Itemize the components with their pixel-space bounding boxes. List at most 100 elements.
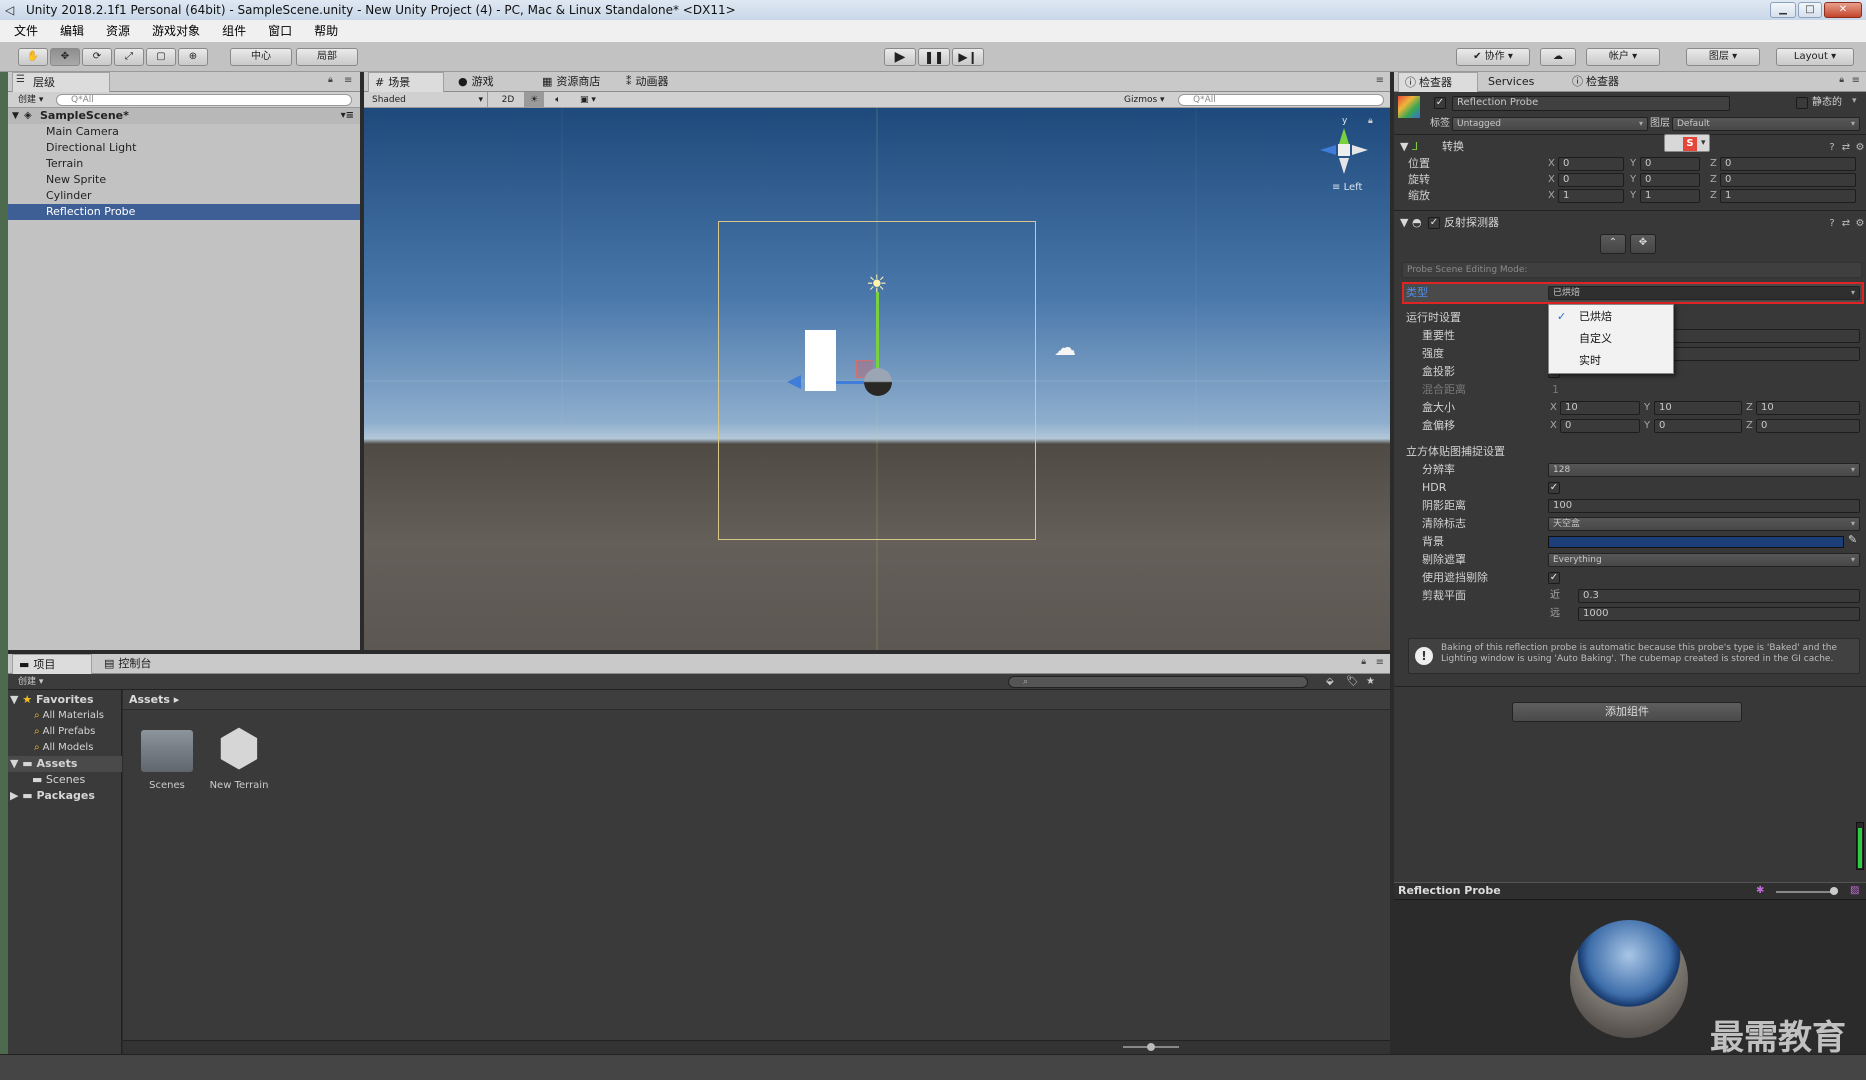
transform-x-field[interactable]: 1 [1558,189,1624,203]
static-dropdown-arrow-icon[interactable]: ▾ [1852,96,1857,106]
menu-item-2[interactable]: 资源 [92,20,138,42]
hierarchy-create-button[interactable]: 创建 ▾ [18,92,43,108]
account-dropdown[interactable]: 帐户 ▾ [1586,48,1660,66]
transform-x-field[interactable]: 0 [1558,157,1624,171]
move-tool-icon[interactable]: ✥ [50,48,80,66]
move-x-arrow-icon[interactable] [787,375,801,389]
culling-mask-dropdown[interactable]: Everything [1548,553,1860,567]
menu-item-4[interactable]: 组件 [208,20,254,42]
inspector-menu-icon[interactable]: ≡ [1852,75,1860,86]
probe-enabled-checkbox[interactable]: ✓ [1428,217,1440,229]
transform-help-icon[interactable]: ? [1826,142,1838,154]
transform-y-field[interactable]: 1 [1640,189,1700,203]
hierarchy-item[interactable]: Cylinder [8,188,360,204]
hierarchy-item[interactable]: Reflection Probe [8,204,360,220]
tab-inspector-0[interactable]: ⓘ 检查器 [1398,72,1478,92]
layout-dropdown[interactable]: Layout ▾ [1776,48,1854,66]
rotate-tool-icon[interactable]: ⟳ [82,48,112,66]
hierarchy-item[interactable]: Directional Light [8,140,360,156]
assets-folder-row[interactable]: ▼ ▬ Assets [8,756,122,772]
add-component-button[interactable]: 添加组件 [1512,702,1742,722]
expand-arrow-icon[interactable]: ▼ [12,108,19,124]
close-button[interactable]: ✕ [1824,2,1862,18]
project-create-button[interactable]: 创建 ▾ [18,674,43,690]
tab-scene-2[interactable]: ▦ 资源商店 [536,72,616,92]
box-offset-y-field[interactable]: 0 [1654,419,1742,433]
packages-folder-row[interactable]: ▶ ▬ Packages [10,788,95,804]
box-offset-x-field[interactable]: 0 [1560,419,1640,433]
tab-scene-1[interactable]: ● 游戏 [452,72,532,92]
hierarchy-item[interactable]: Main Camera [8,124,360,140]
layers-dropdown[interactable]: 图层 ▾ [1686,48,1760,66]
scene-search[interactable]: Q*All [1178,94,1384,106]
edit-bounds-icon[interactable]: ⌃ [1600,234,1626,254]
rect-tool-icon[interactable]: ▢ [146,48,176,66]
play-button[interactable]: ▶ [884,48,916,66]
transform-preset-icon[interactable]: ⇄ [1840,142,1852,154]
box-size-z-field[interactable]: 10 [1756,401,1860,415]
tab-scene-3[interactable]: ⁑ 动画器 [620,72,700,92]
far-clip-field[interactable]: 1000 [1578,607,1860,621]
scene-root-row[interactable]: ▼ ◈ SampleScene* ▾≡ [8,108,360,124]
transform-y-field[interactable]: 0 [1640,157,1700,171]
object-name-field[interactable]: Reflection Probe [1452,96,1730,111]
project-lock-icon[interactable]: 🔒︎ [1361,657,1366,667]
tab-project-1[interactable]: ▤ 控制台 [98,654,178,674]
s-badge-icon[interactable]: S [1683,137,1697,151]
hierarchy-search[interactable]: Q*All [56,94,352,106]
filter-type-icon[interactable]: ⬙ [1326,674,1334,690]
maximize-button[interactable]: □ [1798,2,1822,18]
collab-dropdown[interactable]: ✔ 协作 ▾ [1456,48,1530,66]
static-checkbox[interactable] [1796,97,1808,109]
preview-channel-icon[interactable]: ✱ [1756,885,1764,896]
hierarchy-item[interactable]: Terrain [8,156,360,172]
probe-preset-icon[interactable]: ⇄ [1840,218,1852,230]
box-size-x-field[interactable]: 10 [1560,401,1640,415]
edit-origin-icon[interactable]: ✥ [1630,234,1656,254]
project-menu-icon[interactable]: ≡ [1376,657,1384,668]
transform-z-field[interactable]: 1 [1720,189,1856,203]
scale-tool-icon[interactable]: ⤢ [114,48,144,66]
active-checkbox[interactable]: ✓ [1434,97,1446,109]
gizmo-lock-icon[interactable]: 🔒︎ [1368,116,1373,126]
scene-panel-menu-icon[interactable]: ≡ [1376,75,1384,86]
local-toggle[interactable]: 局部 [296,48,358,66]
eyedropper-icon[interactable]: ✎ [1848,533,1857,546]
terrain-asset-icon[interactable]: ⬢ [211,722,267,774]
mode-2d-toggle[interactable]: 2D [496,92,520,108]
transform-tool-icon[interactable]: ⊕ [178,48,208,66]
filter-label-icon[interactable]: 🏷︎ [1346,674,1359,690]
transform-x-field[interactable]: 0 [1558,173,1624,187]
scene-audio-icon[interactable]: 🔈︎ [548,92,568,108]
transform-gear-icon[interactable]: ⚙ [1854,142,1866,154]
favorite-star-icon[interactable]: ★ [1366,674,1375,690]
probe-expand-icon[interactable]: ▼ ◓ [1400,214,1422,232]
clear-flags-dropdown[interactable]: 天空盒 [1548,517,1860,531]
tab-hierarchy[interactable]: 层级 [12,72,110,92]
type-option[interactable]: 自定义 [1549,329,1673,349]
transform-z-field[interactable]: 0 [1720,173,1856,187]
scene-effects-icon[interactable]: ▣ ▾ [574,92,602,108]
menu-item-5[interactable]: 窗口 [254,20,300,42]
tab-inspector-1[interactable]: Services [1482,72,1562,92]
panel-menu-icon[interactable]: ≡ [344,75,352,86]
inspector-lock-icon[interactable]: 🔒︎ [1839,75,1844,85]
box-offset-z-field[interactable]: 0 [1756,419,1860,433]
gizmo-y-cone-icon[interactable] [1339,128,1349,144]
gizmo-center-cube[interactable] [1338,144,1350,156]
occlusion-culling-checkbox[interactable]: ✓ [1548,572,1560,584]
transform-expand-icon[interactable]: ▼ ⅃ [1400,138,1418,156]
probe-help-icon[interactable]: ? [1826,218,1838,230]
hdr-checkbox[interactable]: ✓ [1548,482,1560,494]
tag-dropdown[interactable]: Untagged [1452,117,1648,131]
pause-button[interactable]: ❚❚ [918,48,950,66]
pivot-toggle[interactable]: 中心 [230,48,292,66]
shadow-distance-field[interactable]: 100 [1548,499,1860,513]
tab-project-0[interactable]: ▬ 项目 [12,654,92,674]
box-size-y-field[interactable]: 10 [1654,401,1742,415]
cloud-icon[interactable]: ☁ [1540,48,1576,66]
orientation-gizmo[interactable]: y 🔒︎ ≡ Left [1306,116,1386,196]
reflection-probe-sphere[interactable] [864,368,892,396]
scene-menu-icon[interactable]: ▾≡ [341,108,354,124]
favorite-item[interactable]: ⌕ All Materials [34,708,104,724]
